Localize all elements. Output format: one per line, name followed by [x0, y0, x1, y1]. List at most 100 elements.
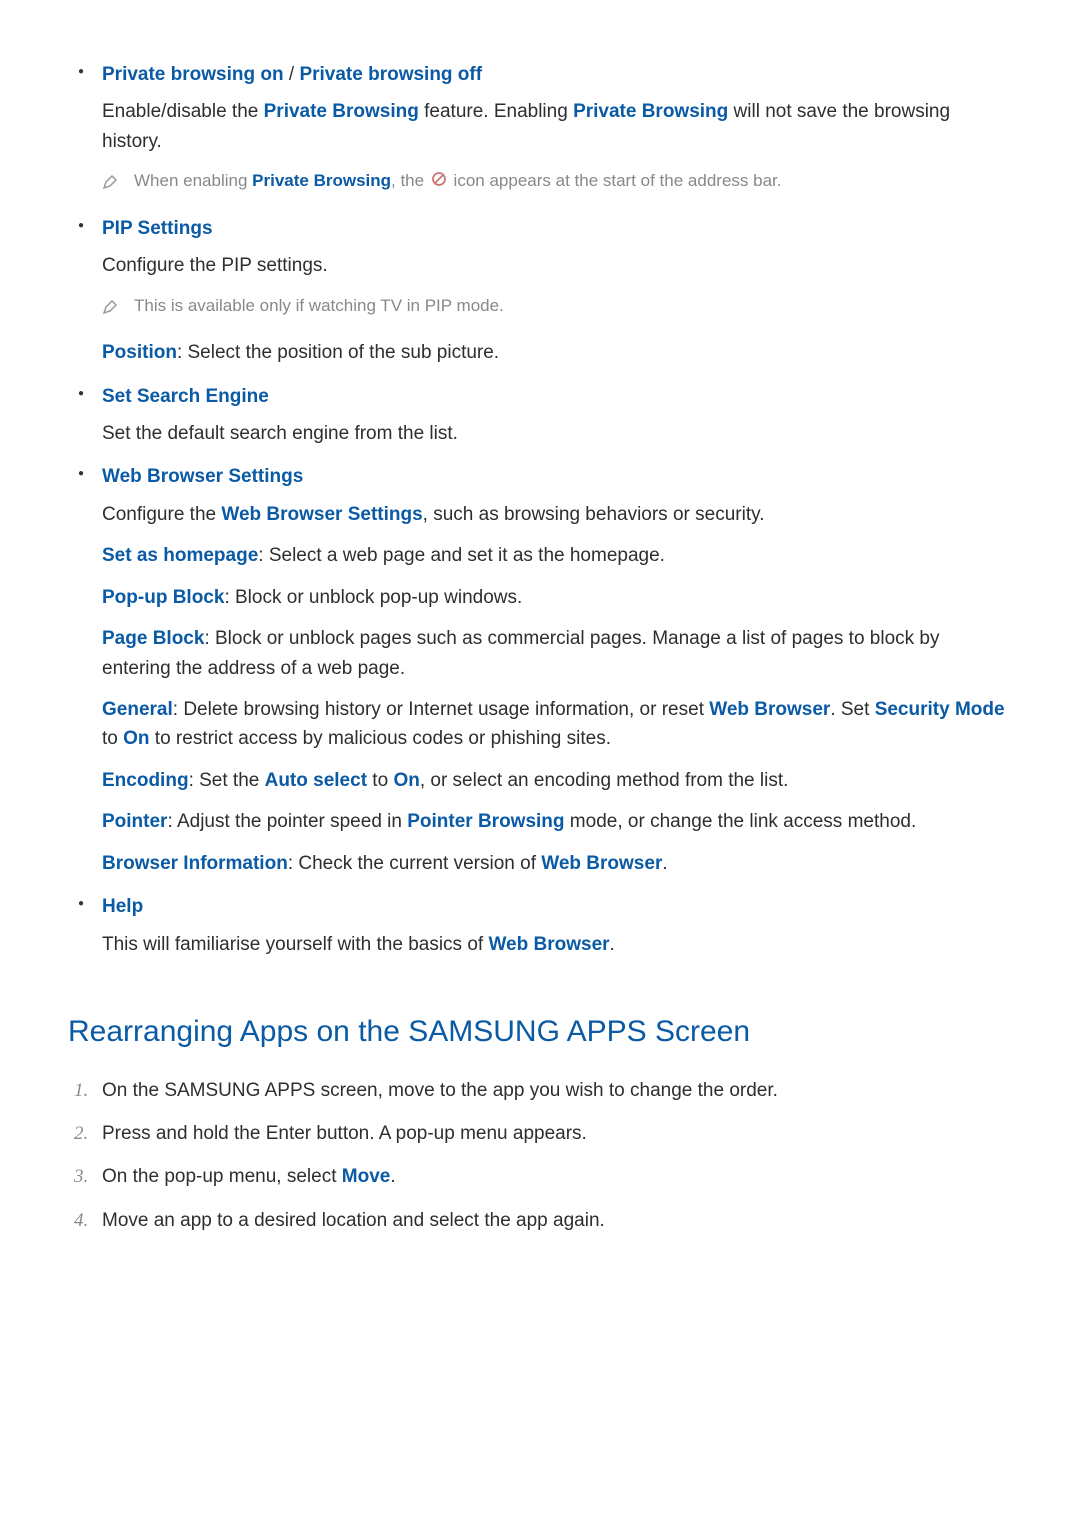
item-title: Set Search Engine [102, 382, 1012, 411]
text: : Block or unblock pages such as commerc… [102, 628, 940, 678]
item-body: Set the default search engine from the l… [102, 419, 1012, 448]
item-body: Enable/disable the Private Browsing feat… [102, 97, 1012, 199]
paragraph: Set the default search engine from the l… [102, 419, 1012, 448]
title-on: Private browsing on [102, 64, 284, 85]
text: Press and hold the Enter button. A pop-u… [102, 1123, 587, 1144]
term-web-browser: Web Browser [488, 934, 609, 955]
title-off: Private browsing off [299, 64, 482, 85]
text: , or select an encoding method from the … [420, 770, 789, 791]
text: This will familiarise yourself with the … [102, 934, 488, 955]
text: . Set [830, 699, 874, 720]
pencil-icon [102, 295, 120, 324]
text: : Check the current version of [288, 853, 541, 874]
text: When enabling [134, 171, 252, 190]
text: , the [391, 171, 429, 190]
text: mode, or change the link access method. [565, 811, 917, 832]
note-text: This is available only if watching TV in… [134, 293, 504, 319]
text: : Select the position of the sub picture… [177, 342, 499, 363]
text: : Block or unblock pop-up windows. [224, 587, 522, 608]
text: feature. Enabling [419, 101, 573, 122]
term-web-browser: Web Browser [709, 699, 830, 720]
pencil-icon [102, 170, 120, 199]
item-web-browser-settings: Web Browser Settings Configure the Web B… [68, 462, 1012, 878]
paragraph: Pointer: Adjust the pointer speed in Poi… [102, 807, 1012, 836]
text: : Set the [189, 770, 265, 791]
label-general: General [102, 699, 173, 720]
term-auto-select: Auto select [265, 770, 367, 791]
note-text: When enabling Private Browsing, the icon… [134, 168, 781, 195]
text: Move an app to a desired location and se… [102, 1210, 605, 1231]
item-title: Private browsing on / Private browsing o… [102, 60, 1012, 89]
term-private-browsing: Private Browsing [264, 101, 419, 122]
paragraph: Set as homepage: Select a web page and s… [102, 541, 1012, 570]
text: : Adjust the pointer speed in [167, 811, 407, 832]
label-page-block: Page Block [102, 628, 204, 649]
text: , such as browsing behaviors or security… [423, 504, 765, 525]
label-position: Position [102, 342, 177, 363]
step-1: On the SAMSUNG APPS screen, move to the … [68, 1076, 1012, 1105]
text: . [390, 1166, 395, 1187]
text: Configure the [102, 504, 221, 525]
paragraph: Configure the Web Browser Settings, such… [102, 500, 1012, 529]
note: This is available only if watching TV in… [102, 293, 1012, 324]
label-encoding: Encoding [102, 770, 189, 791]
label-popup-block: Pop-up Block [102, 587, 224, 608]
term-private-browsing: Private Browsing [573, 101, 728, 122]
paragraph: Configure the PIP settings. [102, 251, 1012, 280]
label-browser-information: Browser Information [102, 853, 288, 874]
item-body: This will familiarise yourself with the … [102, 930, 1012, 959]
item-set-search-engine: Set Search Engine Set the default search… [68, 382, 1012, 449]
paragraph: Position: Select the position of the sub… [102, 338, 1012, 367]
item-private-browsing: Private browsing on / Private browsing o… [68, 60, 1012, 200]
text: to [102, 728, 123, 749]
item-title: PIP Settings [102, 214, 1012, 243]
text: : Select a web page and set it as the ho… [258, 545, 665, 566]
prohibit-icon [431, 169, 447, 195]
item-help: Help This will familiarise yourself with… [68, 892, 1012, 959]
label-pointer: Pointer [102, 811, 167, 832]
title: Set Search Engine [102, 386, 269, 407]
term-web-browser-settings: Web Browser Settings [221, 504, 422, 525]
paragraph: This will familiarise yourself with the … [102, 930, 1012, 959]
document-page: Private browsing on / Private browsing o… [0, 0, 1080, 1527]
text: . [610, 934, 615, 955]
title: Help [102, 896, 143, 917]
text: Enable/disable the [102, 101, 264, 122]
text: : Delete browsing history or Internet us… [173, 699, 709, 720]
section-heading-rearranging-apps: Rearranging Apps on the SAMSUNG APPS Scr… [68, 1009, 1012, 1056]
paragraph: Page Block: Block or unblock pages such … [102, 624, 1012, 683]
paragraph: Encoding: Set the Auto select to On, or … [102, 766, 1012, 795]
label-set-as-homepage: Set as homepage [102, 545, 258, 566]
step-4: Move an app to a desired location and se… [68, 1206, 1012, 1235]
title-separator: / [284, 64, 300, 85]
title: PIP Settings [102, 218, 213, 239]
title: Web Browser Settings [102, 466, 303, 487]
steps-list: On the SAMSUNG APPS screen, move to the … [68, 1076, 1012, 1236]
text: On the SAMSUNG APPS screen, move to the … [102, 1080, 778, 1101]
term-on: On [393, 770, 419, 791]
item-body: Configure the PIP settings. This is avai… [102, 251, 1012, 367]
step-3: On the pop-up menu, select Move. [68, 1162, 1012, 1191]
paragraph: Browser Information: Check the current v… [102, 849, 1012, 878]
settings-list: Private browsing on / Private browsing o… [68, 60, 1012, 959]
item-title: Help [102, 892, 1012, 921]
term-web-browser: Web Browser [541, 853, 662, 874]
term-security-mode: Security Mode [875, 699, 1005, 720]
item-pip-settings: PIP Settings Configure the PIP settings.… [68, 214, 1012, 368]
text: to restrict access by malicious codes or… [150, 728, 611, 749]
paragraph: General: Delete browsing history or Inte… [102, 695, 1012, 754]
text: to [367, 770, 393, 791]
term-move: Move [342, 1166, 391, 1187]
note: When enabling Private Browsing, the icon… [102, 168, 1012, 199]
step-2: Press and hold the Enter button. A pop-u… [68, 1119, 1012, 1148]
item-body: Configure the Web Browser Settings, such… [102, 500, 1012, 878]
term-private-browsing: Private Browsing [252, 171, 391, 190]
text: . [662, 853, 667, 874]
term-on: On [123, 728, 149, 749]
paragraph: Enable/disable the Private Browsing feat… [102, 97, 1012, 156]
text: icon appears at the start of the address… [449, 171, 782, 190]
item-title: Web Browser Settings [102, 462, 1012, 491]
paragraph: Pop-up Block: Block or unblock pop-up wi… [102, 583, 1012, 612]
term-pointer-browsing: Pointer Browsing [407, 811, 564, 832]
text: On the pop-up menu, select [102, 1166, 342, 1187]
